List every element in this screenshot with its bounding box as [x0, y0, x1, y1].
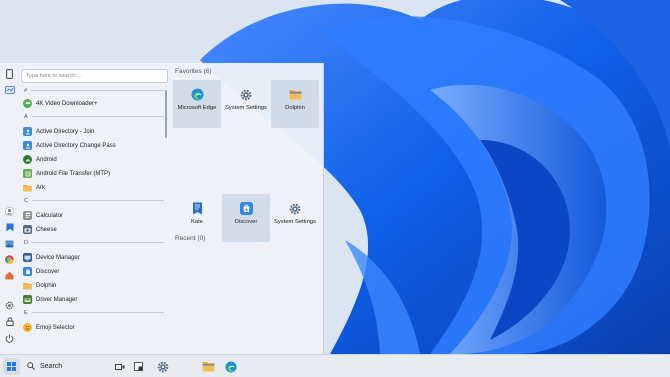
section-header-e[interactable]: E	[21, 308, 164, 317]
user-icon[interactable]	[4, 206, 15, 217]
camera-icon	[23, 225, 32, 234]
start-menu: # 4K Video Downloader+ A Active Director…	[0, 63, 324, 354]
settings-gear-icon	[289, 202, 302, 215]
section-header-hash[interactable]: #	[21, 86, 164, 95]
section-header-a[interactable]: A	[21, 112, 164, 121]
section-header-c[interactable]: C	[21, 196, 164, 205]
start-search-input[interactable]	[21, 69, 168, 83]
app-item-android-file-transfer[interactable]: Android File Transfer (MTP)	[21, 167, 164, 180]
app-item-4k-video-downloader[interactable]: 4K Video Downloader+	[21, 97, 164, 110]
app-library-icon[interactable]	[4, 84, 15, 95]
bookmark-icon[interactable]	[4, 222, 15, 233]
settings-icon[interactable]	[4, 300, 15, 311]
app-item-emoji-selector[interactable]: Emoji Selector	[21, 321, 164, 334]
widgets-icon[interactable]	[132, 358, 144, 375]
calculator-icon	[23, 211, 32, 220]
active-directory-icon	[23, 127, 32, 136]
folder-icon	[289, 88, 302, 101]
discover-icon	[239, 202, 253, 215]
driver-manager-icon	[23, 295, 32, 304]
favorite-tile-system-settings[interactable]: System Settings	[222, 80, 270, 128]
app-item-driver-manager[interactable]: Driver Manager	[21, 293, 164, 306]
device-manager-icon	[23, 253, 32, 262]
windows-logo-icon	[7, 362, 16, 371]
home-icon[interactable]	[4, 270, 15, 281]
app-item-android[interactable]: Android	[21, 153, 164, 166]
settings-gear-icon	[240, 88, 253, 101]
start-button[interactable]	[3, 358, 20, 375]
folder-icon	[23, 281, 32, 290]
image-icon[interactable]	[4, 238, 15, 249]
app-item-active-directory-join[interactable]: Active Directory - Join	[21, 125, 164, 138]
favorite-tile-system-settings-2[interactable]: System Settings	[271, 194, 319, 242]
favorite-tile-dolphin[interactable]: Dolphin	[271, 80, 319, 128]
taskbar: Search	[0, 354, 670, 377]
favorites-header: Favorites (6)	[175, 68, 212, 75]
lock-icon[interactable]	[4, 316, 15, 327]
video-downloader-icon	[23, 99, 32, 108]
app-item-discover[interactable]: Discover	[21, 265, 164, 278]
app-item-cheese[interactable]: Cheese	[21, 223, 164, 236]
app-item-calculator[interactable]: Calculator	[21, 209, 164, 222]
favorite-tile-discover[interactable]: Discover	[222, 194, 270, 242]
power-icon[interactable]	[4, 333, 15, 344]
active-directory-icon	[23, 141, 32, 150]
taskbar-folder-icon[interactable]	[201, 358, 216, 375]
app-list-scrollbar[interactable]	[165, 90, 167, 138]
app-item-active-directory-change-pass[interactable]: Active Directory Change Pass	[21, 139, 164, 152]
discover-icon	[23, 267, 32, 276]
search-icon	[27, 361, 35, 372]
android-icon	[23, 155, 32, 164]
folder-icon	[23, 183, 32, 192]
recent-header: Recent (0)	[175, 235, 206, 242]
task-view-icon[interactable]	[114, 358, 126, 375]
edge-icon	[191, 88, 204, 101]
emoji-icon	[23, 323, 32, 332]
taskbar-edge-icon[interactable]	[224, 358, 238, 375]
kate-icon	[191, 202, 204, 215]
section-header-d[interactable]: D	[21, 238, 164, 247]
app-list: # 4K Video Downloader+ A Active Director…	[21, 86, 168, 352]
app-item-ark[interactable]: Ark	[21, 181, 164, 194]
start-menu-rail	[0, 63, 19, 354]
chrome-icon[interactable]	[4, 254, 15, 265]
taskbar-settings-gear-icon[interactable]	[156, 358, 170, 375]
app-item-dolphin[interactable]: Dolphin	[21, 279, 164, 292]
android-file-transfer-icon	[23, 169, 32, 178]
phone-icon[interactable]	[4, 68, 15, 79]
taskbar-search-button[interactable]: Search	[27, 358, 107, 375]
favorite-tile-microsoft-edge[interactable]: Microsoft Edge	[173, 80, 221, 128]
app-item-device-manager[interactable]: Device Manager	[21, 251, 164, 264]
